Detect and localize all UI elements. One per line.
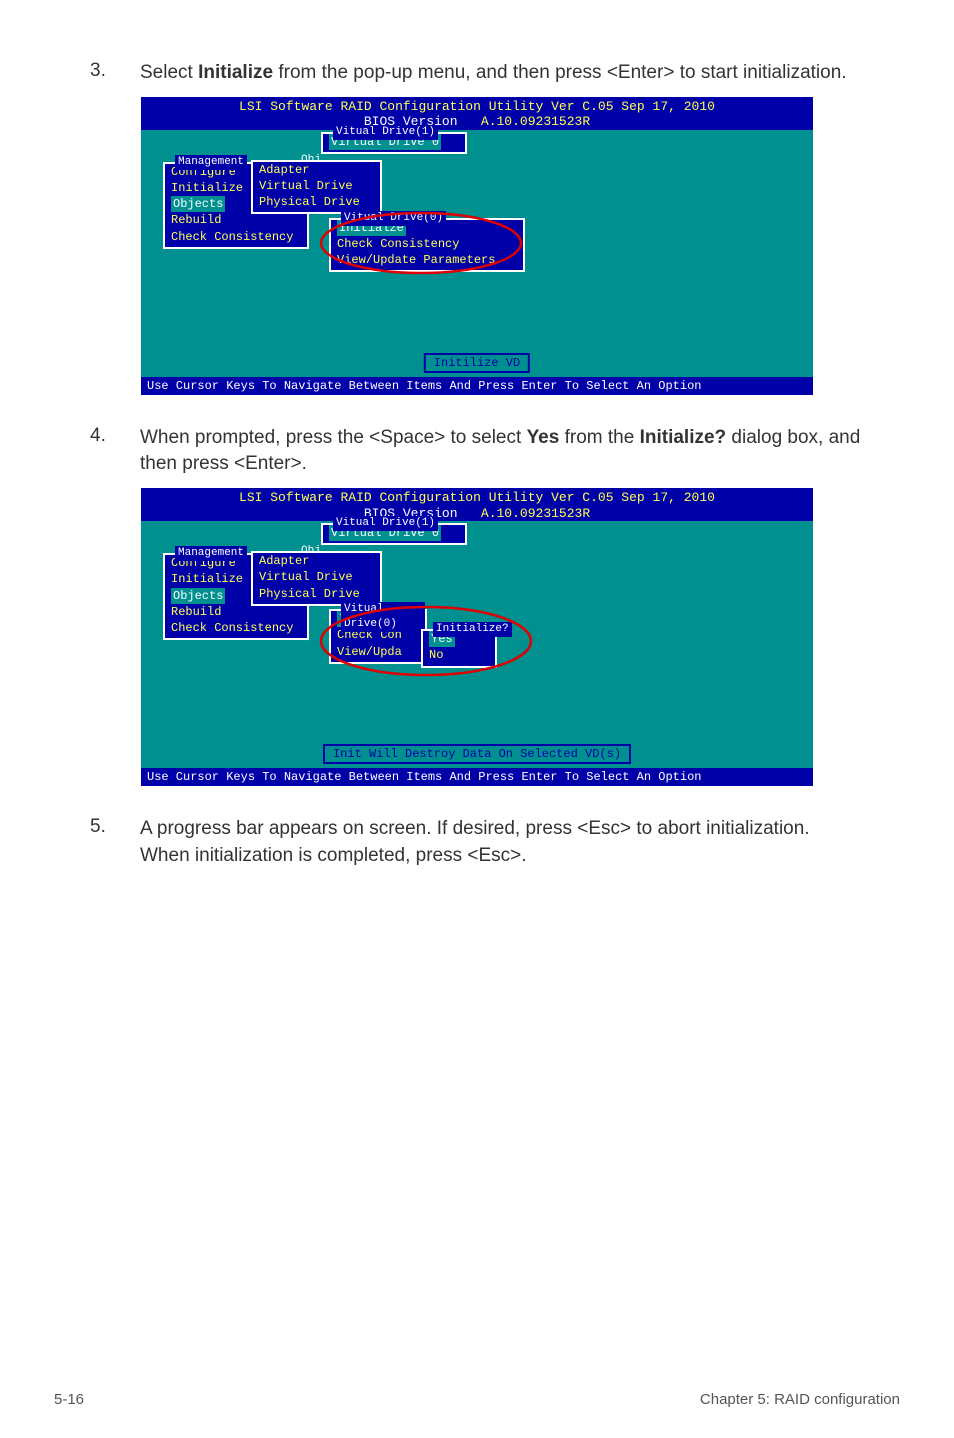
vi: View/Upda xyxy=(337,644,419,660)
legend: Vitual Drive(0) xyxy=(341,211,446,226)
mi: Objects xyxy=(171,196,225,212)
virtual-drive-1-box: Vitual Drive(1) Virtual Drive 0 xyxy=(321,523,467,545)
mi: Objects xyxy=(171,588,225,604)
legend: Vitual Drive(0) xyxy=(341,602,425,632)
oi: Adapter xyxy=(259,553,374,569)
bios-footer: Use Cursor Keys To Navigate Between Item… xyxy=(141,768,813,786)
vi: Check Consistency xyxy=(337,236,517,252)
legend: Management xyxy=(175,546,247,561)
objects-box: Adapter Virtual Drive Physical Drive xyxy=(251,551,382,606)
step-num: 3. xyxy=(90,60,140,87)
mi: Rebuild xyxy=(171,604,301,620)
bios-screenshot-2: LSI Software RAID Configuration Utility … xyxy=(141,488,813,786)
b: Yes xyxy=(527,427,560,448)
oi: Virtual Drive xyxy=(259,569,374,585)
no-option: No xyxy=(429,647,489,663)
step-num: 4. xyxy=(90,425,140,478)
bios-title: LSI Software RAID Configuration Utility … xyxy=(141,97,813,130)
step-num: 5. xyxy=(90,816,140,869)
initialize-vd-button: Initilize VD xyxy=(424,353,530,373)
step-text: A progress bar appears on screen. If des… xyxy=(140,816,864,869)
bios-body: Vitual Drive(1) Virtual Drive 0 Obj Mana… xyxy=(141,130,813,377)
initialize-dialog: Initialize? Yes No xyxy=(421,629,497,667)
mi: Rebuild xyxy=(171,212,301,228)
t: When prompted, press the <Space> to sele… xyxy=(140,427,527,448)
bios-screenshot-1: LSI Software RAID Configuration Utility … xyxy=(141,97,813,395)
v: A.10.09231523R xyxy=(481,506,590,521)
title-line2: BIOS Version A.10.09231523R xyxy=(141,114,813,130)
virtual-drive-0-box: Vitual Drive(0) Initialze Check Consiste… xyxy=(329,218,525,273)
title-line2: BIOS Version A.10.09231523R xyxy=(141,506,813,522)
oi: Adapter xyxy=(259,162,374,178)
virtual-drive-0-box: Vitual Drive(0) Initialze Check Con View… xyxy=(329,609,427,664)
step-3: 3. Select Initialize from the pop-up men… xyxy=(90,60,864,87)
virtual-drive-1-box: Vitual Drive(1) Virtual Drive 0 xyxy=(321,132,467,154)
oi: Physical Drive xyxy=(259,586,374,602)
oi: Physical Drive xyxy=(259,194,374,210)
step-4: 4. When prompted, press the <Space> to s… xyxy=(90,425,864,478)
legend: Vitual Drive(1) xyxy=(333,516,438,531)
init-destroy-button: Init Will Destroy Data On Selected VD(s) xyxy=(323,744,631,764)
mi: Check Consistency xyxy=(171,620,301,636)
legend: Management xyxy=(175,155,247,170)
step-text: When prompted, press the <Space> to sele… xyxy=(140,425,864,478)
title-line1: LSI Software RAID Configuration Utility … xyxy=(141,99,813,115)
t: Select xyxy=(140,62,198,83)
step-5: 5. A progress bar appears on screen. If … xyxy=(90,816,864,869)
oi: Virtual Drive xyxy=(259,178,374,194)
b: Initialize xyxy=(198,62,273,83)
mi: Check Consistency xyxy=(171,229,301,245)
step-text: Select Initialize from the pop-up menu, … xyxy=(140,60,847,87)
b: Initialize? xyxy=(640,427,727,448)
t: from the xyxy=(559,427,639,448)
page-footer: 5-16 Chapter 5: RAID configuration xyxy=(54,1391,900,1408)
bios-body: Vitual Drive(1) Virtual Drive 0 Obj Mana… xyxy=(141,521,813,768)
v: A.10.09231523R xyxy=(481,114,590,129)
legend: Initialize? xyxy=(433,622,512,637)
bios-title: LSI Software RAID Configuration Utility … xyxy=(141,488,813,521)
objects-box: Adapter Virtual Drive Physical Drive xyxy=(251,160,382,215)
vi: View/Update Parameters xyxy=(337,252,517,268)
legend: Vitual Drive(1) xyxy=(333,125,438,140)
page-number: 5-16 xyxy=(54,1391,84,1408)
t: from the pop-up menu, and then press <En… xyxy=(273,62,847,83)
title-line1: LSI Software RAID Configuration Utility … xyxy=(141,490,813,506)
bios-footer: Use Cursor Keys To Navigate Between Item… xyxy=(141,377,813,395)
chapter-label: Chapter 5: RAID configuration xyxy=(700,1391,900,1408)
